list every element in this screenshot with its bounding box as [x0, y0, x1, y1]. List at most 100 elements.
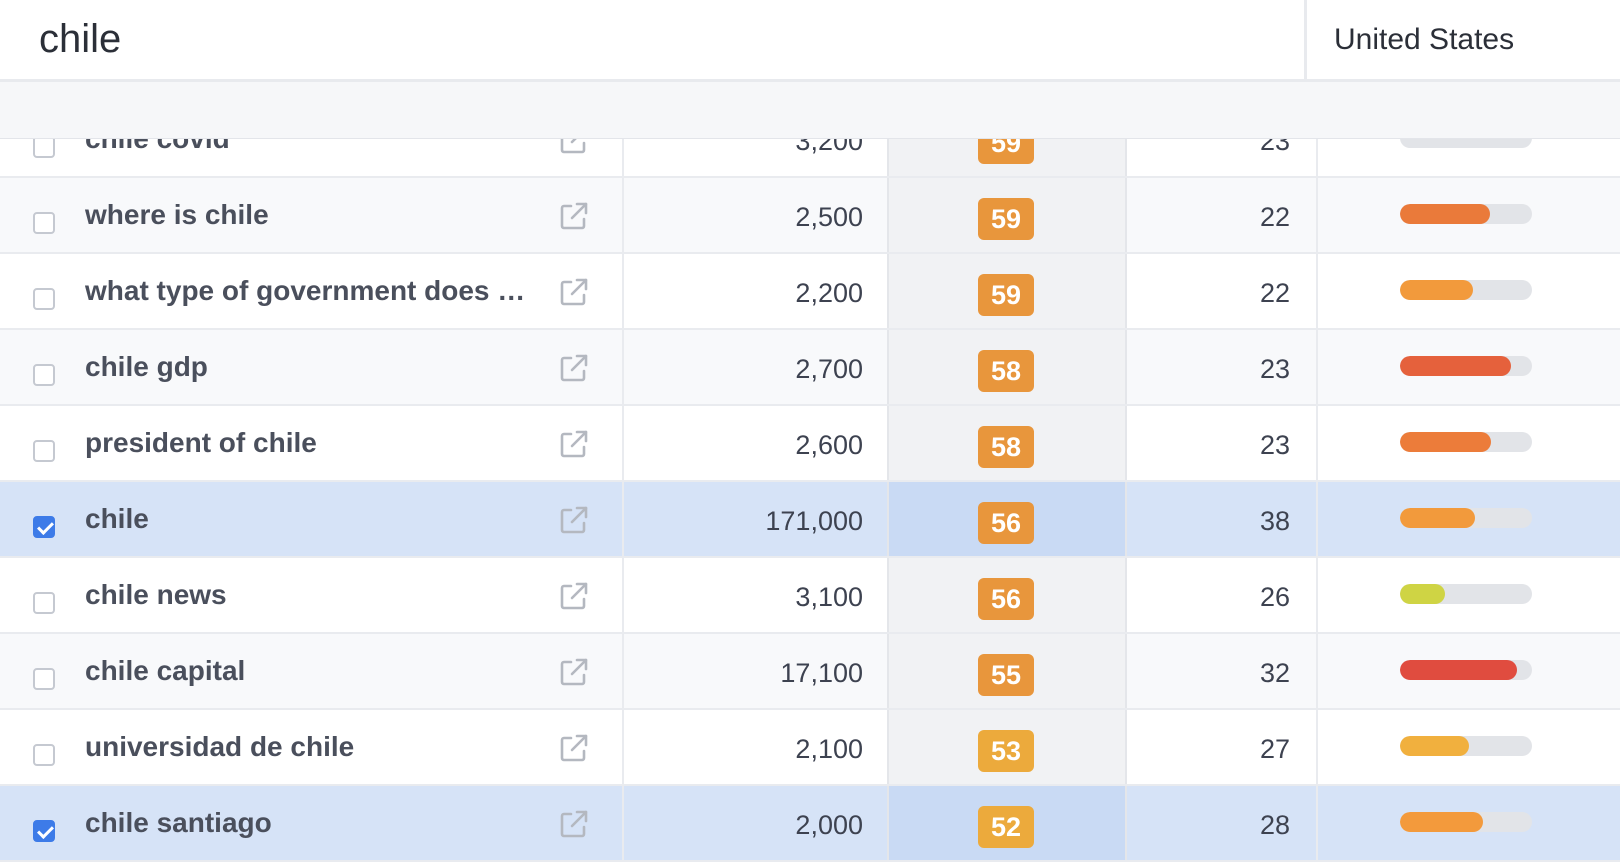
- table-row[interactable]: chile 171,000 56 38: [0, 482, 1620, 558]
- keyword-difficulty-badge: 56: [978, 502, 1034, 544]
- row-checkbox[interactable]: [33, 212, 55, 234]
- search-volume: 2,500: [795, 202, 863, 232]
- keyword-link[interactable]: chile capital: [85, 634, 535, 708]
- trend-cell: [1316, 254, 1620, 328]
- volume-cell: 2,500: [622, 178, 887, 252]
- keyword-link[interactable]: universidad de chile: [85, 710, 535, 784]
- cpc-value: 23: [1259, 354, 1290, 384]
- difficulty-cell: 59: [887, 178, 1127, 252]
- table-row[interactable]: chile gdp 2,700 58 23: [0, 330, 1620, 406]
- keyword-cell: chile covid: [0, 139, 622, 176]
- trend-bar: [1400, 356, 1532, 376]
- row-checkbox[interactable]: [33, 288, 55, 310]
- keyword-difficulty-badge: 52: [978, 806, 1034, 848]
- table-row[interactable]: chile covid 3,200 59 23: [0, 139, 1620, 178]
- table-header: [0, 82, 1620, 139]
- trend-bar: [1400, 660, 1532, 680]
- table-row[interactable]: chile capital 17,100 55 32: [0, 634, 1620, 710]
- cpc-value: 22: [1259, 278, 1290, 308]
- external-link-icon[interactable]: [558, 808, 590, 840]
- row-checkbox[interactable]: [33, 516, 55, 538]
- difficulty-cell: 52: [887, 786, 1127, 860]
- cpc-cell: 23: [1127, 330, 1316, 404]
- keyword-link[interactable]: president of chile: [85, 406, 535, 480]
- search-volume: 2,700: [795, 354, 863, 384]
- cpc-cell: 28: [1127, 786, 1316, 860]
- difficulty-cell: 58: [887, 406, 1127, 480]
- table-row[interactable]: chile santiago 2,000 52 28: [0, 786, 1620, 862]
- external-link-icon[interactable]: [558, 139, 590, 156]
- trend-cell: [1316, 786, 1620, 860]
- cpc-cell: 22: [1127, 178, 1316, 252]
- trend-cell: [1316, 178, 1620, 252]
- volume-cell: 2,000: [622, 786, 887, 860]
- search-volume: 17,100: [780, 658, 863, 688]
- keyword-link[interactable]: chile news: [85, 558, 535, 632]
- row-checkbox[interactable]: [33, 668, 55, 690]
- volume-cell: 3,100: [622, 558, 887, 632]
- trend-bar: [1400, 280, 1532, 300]
- table-row[interactable]: where is chile 2,500 59 22: [0, 178, 1620, 254]
- keyword-difficulty-badge: 58: [978, 350, 1034, 392]
- row-checkbox[interactable]: [33, 820, 55, 842]
- cpc-cell: 32: [1127, 634, 1316, 708]
- row-checkbox[interactable]: [33, 440, 55, 462]
- keyword-difficulty-badge: 58: [978, 426, 1034, 468]
- table-row[interactable]: what type of government does chile have …: [0, 254, 1620, 330]
- keyword-difficulty-badge: 59: [978, 139, 1034, 164]
- keyword-link[interactable]: chile: [85, 482, 535, 556]
- table-row[interactable]: chile news 3,100 56 26: [0, 558, 1620, 634]
- external-link-icon[interactable]: [558, 580, 590, 612]
- trend-bar: [1400, 508, 1532, 528]
- trend-bar: [1400, 736, 1532, 756]
- external-link-icon[interactable]: [558, 656, 590, 688]
- cpc-cell: 27: [1127, 710, 1316, 784]
- table-row[interactable]: universidad de chile 2,100 53 27: [0, 710, 1620, 786]
- external-link-icon[interactable]: [558, 504, 590, 536]
- trend-bar-fill: [1400, 736, 1469, 756]
- keyword-link[interactable]: where is chile: [85, 178, 535, 252]
- search-volume: 2,200: [795, 278, 863, 308]
- keyword-table[interactable]: chile covid 3,200 59 23 where is chile: [0, 139, 1620, 868]
- row-checkbox[interactable]: [33, 364, 55, 386]
- table-row[interactable]: president of chile 2,600 58 23: [0, 406, 1620, 482]
- trend-bar-fill: [1400, 280, 1473, 300]
- volume-cell: 2,600: [622, 406, 887, 480]
- keyword-cell: where is chile: [0, 178, 622, 252]
- cpc-cell: 23: [1127, 139, 1316, 176]
- keyword-difficulty-badge: 53: [978, 730, 1034, 772]
- trend-bar-fill: [1400, 508, 1476, 528]
- row-checkbox[interactable]: [33, 139, 55, 158]
- keyword-link[interactable]: chile santiago: [85, 786, 535, 860]
- volume-cell: 2,700: [622, 330, 887, 404]
- keyword-search-input[interactable]: [0, 0, 1304, 79]
- country-select-label: United States: [1334, 22, 1515, 56]
- external-link-icon[interactable]: [558, 276, 590, 308]
- search-volume: 2,100: [795, 734, 863, 764]
- keyword-cell: chile capital: [0, 634, 622, 708]
- external-link-icon[interactable]: [558, 732, 590, 764]
- trend-bar-fill: [1400, 812, 1484, 832]
- row-checkbox[interactable]: [33, 592, 55, 614]
- row-checkbox[interactable]: [33, 744, 55, 766]
- keyword-link[interactable]: chile covid: [85, 139, 535, 176]
- cpc-value: 28: [1259, 810, 1290, 840]
- trend-bar: [1400, 432, 1532, 452]
- keyword-link[interactable]: what type of government does chile have: [85, 254, 535, 328]
- search-bar: United States: [0, 0, 1620, 82]
- keyword-cell: president of chile: [0, 406, 622, 480]
- external-link-icon[interactable]: [558, 352, 590, 384]
- trend-bar-fill: [1400, 356, 1511, 376]
- country-select[interactable]: United States: [1307, 0, 1620, 79]
- trend-bar-fill: [1400, 432, 1492, 452]
- search-volume: 2,600: [795, 430, 863, 460]
- keyword-link[interactable]: chile gdp: [85, 330, 535, 404]
- external-link-icon[interactable]: [558, 428, 590, 460]
- search-volume: 3,200: [795, 139, 863, 156]
- cpc-value: 22: [1259, 202, 1290, 232]
- external-link-icon[interactable]: [558, 200, 590, 232]
- keyword-cell: chile santiago: [0, 786, 622, 860]
- difficulty-cell: 56: [887, 482, 1127, 556]
- difficulty-cell: 53: [887, 710, 1127, 784]
- cpc-value: 23: [1259, 430, 1290, 460]
